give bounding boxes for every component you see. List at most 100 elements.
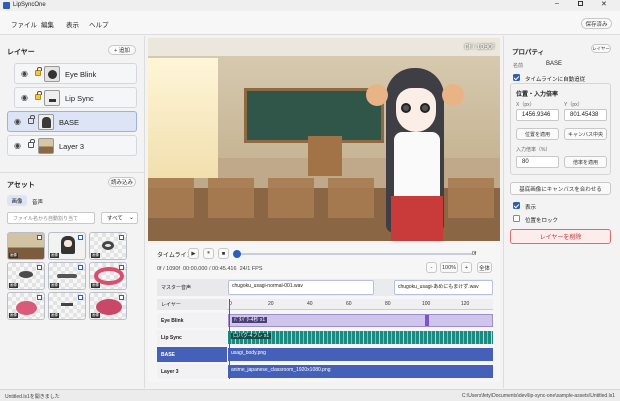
load-assets-button[interactable]: 読み込み xyxy=(108,177,136,187)
select-icon[interactable] xyxy=(78,235,83,240)
layer-item-eye-blink[interactable]: ◉ Eye Blink xyxy=(14,63,137,84)
asset-item[interactable]: 画像 xyxy=(89,262,127,290)
ruler[interactable]: 0 20 40 60 80 100 120 xyxy=(227,299,493,310)
maximize-icon[interactable] xyxy=(578,1,583,6)
zoom-in-button[interactable]: + xyxy=(461,262,472,273)
asset-item[interactable]: 画像 xyxy=(89,232,127,260)
audio-clip-name: chugoku_usagi-あめにもまけず.wav xyxy=(398,284,479,290)
tab-images[interactable]: 画像 xyxy=(7,195,27,206)
properties-badge: レイヤー xyxy=(591,44,611,53)
chevron-down-icon: ⌄ xyxy=(128,215,134,221)
select-icon[interactable] xyxy=(78,265,83,270)
playhead[interactable] xyxy=(229,299,230,379)
lock-icon[interactable] xyxy=(35,91,42,100)
add-layer-button[interactable]: + 追加 xyxy=(108,45,136,55)
canvas-preview[interactable]: 0f / 1090f xyxy=(148,38,500,241)
tab-audio[interactable]: 音声 xyxy=(32,198,43,206)
center-canvas-button[interactable]: キャンバス中央 xyxy=(564,128,607,140)
asset-tag: 画像 xyxy=(50,283,59,288)
slider-end-label: 0f xyxy=(472,251,477,257)
save-status-button[interactable]: 保存済み xyxy=(581,18,612,29)
character-ear-left xyxy=(366,84,388,106)
seek-slider-track[interactable] xyxy=(236,253,472,255)
layer-name: Layer 3 xyxy=(59,142,85,151)
asset-item[interactable]: 画像 xyxy=(48,232,86,260)
minimize-icon[interactable]: – xyxy=(555,0,559,7)
scale-label: 入力倍率（%） xyxy=(516,147,551,153)
auto-follow-checkbox[interactable] xyxy=(513,74,520,81)
track-clip-label: ﾊﾟﾀﾊﾟﾀ-4秒 x1 xyxy=(232,317,268,323)
visible-label: 表示 xyxy=(525,205,537,211)
asset-tag: 画像 xyxy=(50,313,59,318)
asset-filter-select[interactable]: すべて ⌄ xyxy=(101,212,138,224)
eye-blink-keyframe[interactable] xyxy=(425,315,429,326)
close-icon[interactable]: ✕ xyxy=(601,0,607,8)
track-label: Lip Sync xyxy=(157,330,227,345)
seek-slider-handle[interactable] xyxy=(233,250,241,258)
fit-canvas-to-base-button[interactable]: 基底画像にキャンバスを合わせる xyxy=(510,182,611,195)
apply-position-button[interactable]: 位置を適用 xyxy=(516,128,559,140)
select-icon[interactable] xyxy=(37,295,42,300)
fit-button[interactable]: 全体 xyxy=(477,262,492,273)
stop-button[interactable]: ■ xyxy=(218,248,229,259)
name-label: 名前 xyxy=(513,63,524,69)
lock-position-label: 位置をロック xyxy=(525,218,559,224)
track-layer-3[interactable]: anime_japanese_classroom_1920x1080.png xyxy=(228,365,493,378)
x-input[interactable]: 1456.9346 xyxy=(516,109,559,121)
select-icon[interactable] xyxy=(37,235,42,240)
track-lip-sync[interactable]: 口パク-4フレ x1 xyxy=(228,331,493,344)
asset-tag: 画像 xyxy=(91,253,100,258)
eye-icon[interactable]: ◉ xyxy=(21,93,28,102)
tab-label: 画像 xyxy=(11,198,23,205)
asset-tag: 画像 xyxy=(9,283,18,288)
track-label: Eye Blink xyxy=(157,313,227,328)
y-label: Y（px） xyxy=(564,102,583,108)
y-input[interactable]: 801.45438 xyxy=(564,109,607,121)
menu-edit[interactable]: 編集 xyxy=(41,19,54,29)
menu-file[interactable]: ファイル xyxy=(11,19,37,29)
track-clip-label: anime_japanese_classroom_1920x1080.png xyxy=(231,367,331,373)
lock-icon[interactable] xyxy=(35,67,42,76)
audio-clip[interactable]: chugoku_usagi-あめにもまけず.wav xyxy=(394,280,493,295)
asset-item[interactable]: 画像 xyxy=(7,232,45,260)
lock-position-checkbox[interactable] xyxy=(513,215,520,222)
layer-item-lip-sync[interactable]: ◉ Lip Sync xyxy=(14,87,137,108)
audio-clip[interactable]: chugoku_usagi-normal-001.wav xyxy=(228,280,374,295)
chalkboard xyxy=(244,88,384,143)
asset-search-input[interactable]: ファイル名から自動割り当て xyxy=(7,212,95,224)
play-button[interactable]: ▶ xyxy=(188,248,199,259)
apply-scale-button[interactable]: 倍率を適用 xyxy=(564,156,607,168)
layer-item-base[interactable]: ◉ BASE xyxy=(7,111,137,132)
menu-help[interactable]: ヘルプ xyxy=(89,19,109,29)
status-message: Untitled.ls1を開きました xyxy=(5,394,60,400)
select-icon[interactable] xyxy=(119,235,124,240)
visible-checkbox[interactable] xyxy=(513,202,520,209)
zoom-level[interactable]: 100% xyxy=(440,262,458,273)
select-icon[interactable] xyxy=(78,295,83,300)
layer-item-layer-3[interactable]: ◉ Layer 3 xyxy=(7,135,137,156)
asset-item[interactable]: 画像 xyxy=(48,292,86,320)
track-base[interactable]: usagi_body.png xyxy=(228,348,493,361)
scale-input[interactable]: 80 xyxy=(516,156,559,168)
menu-view[interactable]: 表示 xyxy=(66,19,79,29)
zoom-out-button[interactable]: - xyxy=(426,262,437,273)
window xyxy=(148,58,218,178)
select-icon[interactable] xyxy=(119,295,124,300)
select-icon[interactable] xyxy=(119,265,124,270)
eye-icon[interactable]: ◉ xyxy=(14,117,21,126)
lock-icon[interactable] xyxy=(28,139,35,148)
asset-item[interactable]: 画像 xyxy=(7,262,45,290)
auto-follow-label: タイムラインに自動追従 xyxy=(525,77,586,83)
ruler-tick: 120 xyxy=(461,301,470,307)
pause-button[interactable]: ⏸ xyxy=(203,248,214,259)
asset-item[interactable]: 画像 xyxy=(7,292,45,320)
asset-item[interactable]: 画像 xyxy=(89,292,127,320)
delete-layer-button[interactable]: レイヤーを削除 xyxy=(510,229,611,244)
eye-icon[interactable]: ◉ xyxy=(14,141,21,150)
asset-item[interactable]: 画像 xyxy=(48,262,86,290)
ruler-tick: 20 xyxy=(268,301,274,307)
lock-icon[interactable] xyxy=(28,115,35,124)
track-eye-blink[interactable]: ﾊﾟﾀﾊﾟﾀ-4秒 x1 xyxy=(228,314,493,327)
select-icon[interactable] xyxy=(37,265,42,270)
eye-icon[interactable]: ◉ xyxy=(21,69,28,78)
